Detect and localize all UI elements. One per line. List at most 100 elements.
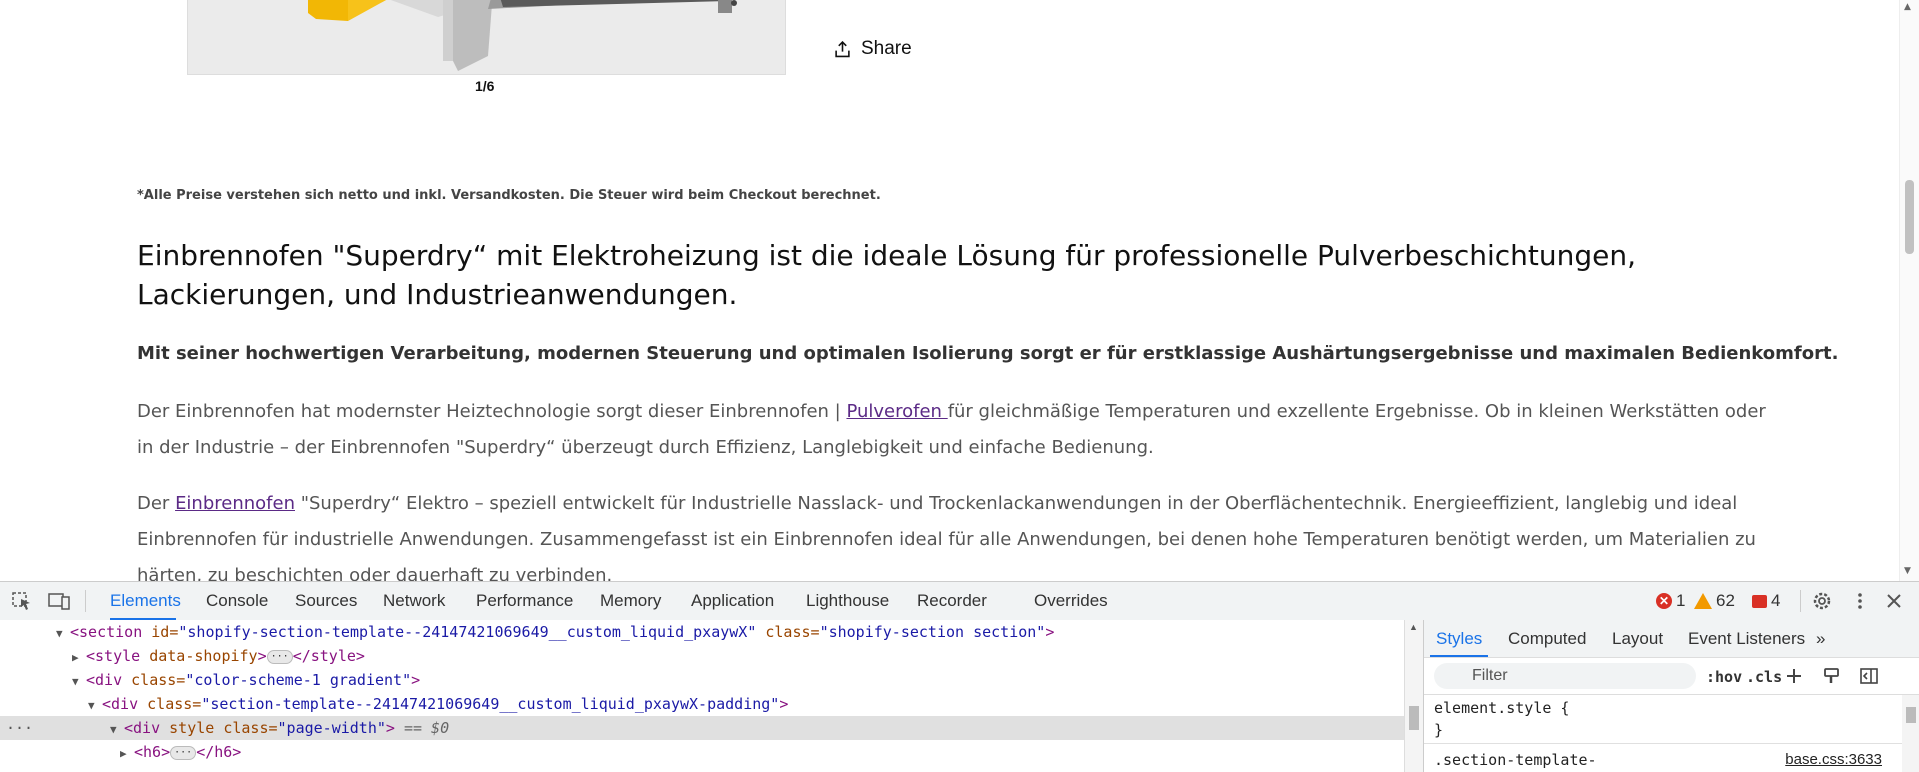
expanded-triangle-icon[interactable]: ▼ — [72, 670, 86, 694]
element-style-rule-open[interactable]: element.style { — [1434, 699, 1569, 717]
warning-icon — [1694, 593, 1712, 609]
dom-tag: </h6> — [196, 743, 242, 761]
dom-tag: > — [1045, 623, 1055, 641]
image-counter: 1/6 — [475, 78, 495, 94]
rule-source-link[interactable]: base.css:3633 — [1785, 751, 1882, 768]
dom-tag: <div — [102, 695, 139, 713]
page-viewport: 1/6 Share *Alle Preise verstehen sich ne… — [0, 0, 1919, 581]
toolbar-divider-right — [1800, 590, 1801, 612]
color-format-paint-icon[interactable] — [1822, 667, 1842, 685]
warning-count-badge[interactable]: 62 — [1694, 591, 1735, 611]
tab-console[interactable]: Console — [206, 582, 268, 620]
collapsed-triangle-icon[interactable]: ▶ — [72, 646, 86, 670]
toggle-sidebar-icon[interactable] — [1859, 667, 1879, 685]
styles-filter-row: :hov .cls — [1424, 658, 1919, 695]
product-image[interactable] — [187, 0, 786, 75]
dom-attr-name: data-shopify — [140, 647, 258, 665]
tab-application[interactable]: Application — [691, 582, 774, 620]
price-note: *Alle Preise verstehen sich netto und in… — [137, 188, 881, 203]
inspect-element-icon[interactable] — [11, 591, 33, 611]
error-icon: ✕ — [1656, 593, 1672, 609]
dom-ellipsis[interactable]: ··· — [266, 649, 293, 664]
dom-tag: </style> — [292, 647, 365, 665]
dom-node-style[interactable]: ▶ <style data-shopify> ··· </style> — [72, 644, 365, 668]
expanded-triangle-icon[interactable]: ▼ — [88, 694, 102, 718]
tab-computed[interactable]: Computed — [1508, 620, 1586, 657]
tab-layout[interactable]: Layout — [1612, 620, 1663, 657]
toolbar-divider — [85, 590, 86, 612]
dom-tag: > — [779, 695, 789, 713]
tab-elements[interactable]: Elements — [110, 582, 181, 620]
para2-text-after: "Superdry“ Elektro – speziell entwickelt… — [137, 493, 1756, 581]
error-count: 1 — [1676, 591, 1686, 610]
pulverofen-link[interactable]: Pulverofen — [846, 401, 947, 422]
tab-performance[interactable]: Performance — [476, 582, 573, 620]
device-toolbar-icon[interactable] — [48, 591, 70, 611]
dom-node-h6[interactable]: ▶ <h6> ··· </h6> — [120, 740, 241, 764]
dom-tag: <div — [86, 671, 123, 689]
page-scroll-thumb[interactable] — [1905, 180, 1914, 254]
dom-node-div-color-scheme[interactable]: ▼ <div class="color-scheme-1 gradient"> — [72, 668, 420, 692]
para1-text-before: Der Einbrennofen hat modernster Heiztech… — [137, 401, 847, 422]
row-more-dots-icon[interactable]: ··· — [0, 716, 110, 740]
product-subheading: Mit seiner hochwertigen Verarbeitung, mo… — [137, 343, 1839, 364]
page-scrollbar[interactable]: ▲ ▼ — [1899, 0, 1919, 581]
einbrennofen-link[interactable]: Einbrennofen — [175, 493, 295, 514]
dom-tag: > — [257, 647, 267, 665]
styles-scrollbar[interactable] — [1902, 695, 1919, 772]
settings-gear-icon[interactable] — [1811, 591, 1833, 611]
dom-tag: <style — [86, 647, 141, 665]
dom-attr-name: class= — [756, 623, 820, 641]
dom-ellipsis[interactable]: ··· — [170, 745, 197, 760]
dom-node-div-padding[interactable]: ▼ <div class="section-template--241474210… — [88, 692, 788, 716]
issues-count-badge[interactable]: 4 — [1752, 591, 1780, 611]
warning-count: 62 — [1716, 591, 1735, 610]
element-style-rule-close: } — [1434, 721, 1444, 739]
scroll-up-arrow-icon[interactable]: ▲ — [1409, 622, 1418, 632]
rule-selector[interactable]: .section-template- — [1434, 751, 1597, 769]
class-toggle[interactable]: .cls — [1746, 668, 1782, 686]
more-options-icon[interactable] — [1849, 591, 1871, 611]
more-tabs-chevron-icon[interactable]: » — [1816, 620, 1825, 657]
dom-attr-name: style — [160, 719, 215, 737]
devtools-panel: Elements Console Sources Network Perform… — [0, 581, 1919, 772]
dom-tag: <h6> — [134, 743, 171, 761]
dom-tag: <div — [124, 719, 161, 737]
close-devtools-icon[interactable] — [1883, 591, 1905, 611]
oven-image — [188, 0, 785, 74]
styles-filter-input[interactable] — [1434, 663, 1696, 689]
tab-network[interactable]: Network — [383, 582, 445, 620]
dom-attr-name: class= — [138, 695, 202, 713]
collapsed-triangle-icon[interactable]: ▶ — [120, 742, 134, 766]
dom-attr-name: id= — [142, 623, 179, 641]
issues-icon — [1752, 594, 1767, 608]
scroll-down-arrow-icon[interactable]: ▼ — [1904, 566, 1911, 576]
error-count-badge[interactable]: ✕ 1 — [1656, 591, 1685, 611]
expanded-triangle-icon[interactable]: ▼ — [56, 622, 70, 646]
dom-attr-name: class= — [214, 719, 278, 737]
scroll-up-arrow-icon[interactable]: ▲ — [1904, 2, 1911, 12]
share-button[interactable]: Share — [834, 38, 912, 60]
description-paragraph-2: Der Einbrennofen "Superdry“ Elektro – sp… — [137, 486, 1777, 581]
styles-scroll-thumb[interactable] — [1906, 707, 1916, 723]
tab-overrides[interactable]: Overrides — [1034, 582, 1108, 620]
tab-lighthouse[interactable]: Lighthouse — [806, 582, 889, 620]
product-description-heading: Einbrennofen "Superdry“ mit Elektroheizu… — [137, 239, 1637, 311]
para2-text-before: Der — [137, 493, 176, 514]
hover-state-toggle[interactable]: :hov — [1706, 668, 1742, 686]
tab-memory[interactable]: Memory — [600, 582, 661, 620]
new-style-rule-plus-icon[interactable] — [1784, 667, 1804, 685]
expanded-triangle-icon[interactable]: ▼ — [110, 718, 124, 742]
dom-tree[interactable]: ▼ <section id="shopify-section-template--… — [0, 620, 1404, 772]
dom-attr-value: "color-scheme-1 gradient" — [185, 671, 412, 689]
styles-rules: element.style { } .section-template- bas… — [1424, 695, 1902, 772]
tab-sources[interactable]: Sources — [295, 582, 357, 620]
tab-recorder[interactable]: Recorder — [917, 582, 987, 620]
tab-event-listeners[interactable]: Event Listeners — [1688, 620, 1805, 657]
dom-node-div-page-width-selected[interactable]: ··· ▼ <div style class="page-width"> == $0 — [0, 716, 1404, 740]
dom-node-section[interactable]: ▼ <section id="shopify-section-template--… — [56, 620, 1054, 644]
dom-scrollbar[interactable]: ▲ — [1404, 620, 1423, 772]
dom-scroll-thumb[interactable] — [1409, 706, 1419, 730]
tab-styles[interactable]: Styles — [1430, 620, 1489, 657]
selected-node-marker: == $0 — [394, 719, 450, 737]
